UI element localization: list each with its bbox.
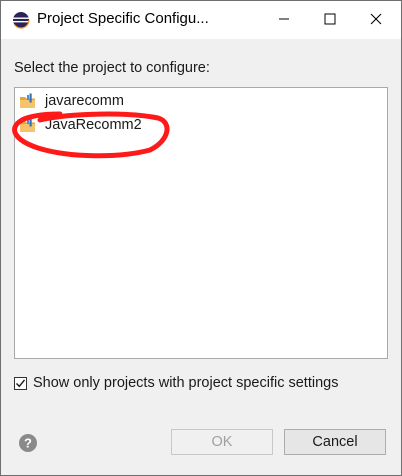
project-folder-icon	[19, 117, 37, 133]
window-title: Project Specific Configu...	[37, 10, 209, 27]
svg-text:?: ?	[24, 436, 32, 451]
help-icon[interactable]: ?	[18, 433, 38, 453]
project-folder-icon	[19, 93, 37, 109]
cancel-button[interactable]: Cancel	[284, 429, 386, 455]
project-name: javarecomm	[45, 93, 124, 109]
title-bar[interactable]: Project Specific Configu...	[1, 1, 401, 39]
prompt-label: Select the project to configure:	[14, 60, 210, 76]
project-config-dialog: Project Specific Configu... Select the p…	[0, 0, 402, 476]
close-icon	[370, 12, 382, 28]
maximize-button[interactable]	[307, 1, 353, 39]
dialog-body: Select the project to configure: javarec…	[1, 39, 401, 475]
minimize-button[interactable]	[261, 1, 307, 39]
project-list[interactable]: javarecomm JavaRecomm2	[14, 87, 388, 359]
show-only-checkbox[interactable]	[14, 376, 27, 390]
eclipse-icon	[12, 11, 30, 29]
list-item[interactable]: javarecomm	[19, 90, 124, 112]
maximize-icon	[324, 12, 336, 28]
list-item[interactable]: JavaRecomm2	[19, 114, 142, 136]
project-name: JavaRecomm2	[45, 117, 142, 133]
show-only-option[interactable]: Show only projects with project specific…	[14, 373, 338, 393]
close-button[interactable]	[353, 1, 399, 39]
minimize-icon	[278, 12, 290, 28]
show-only-label: Show only projects with project specific…	[33, 375, 339, 391]
ok-button[interactable]: OK	[171, 429, 273, 455]
